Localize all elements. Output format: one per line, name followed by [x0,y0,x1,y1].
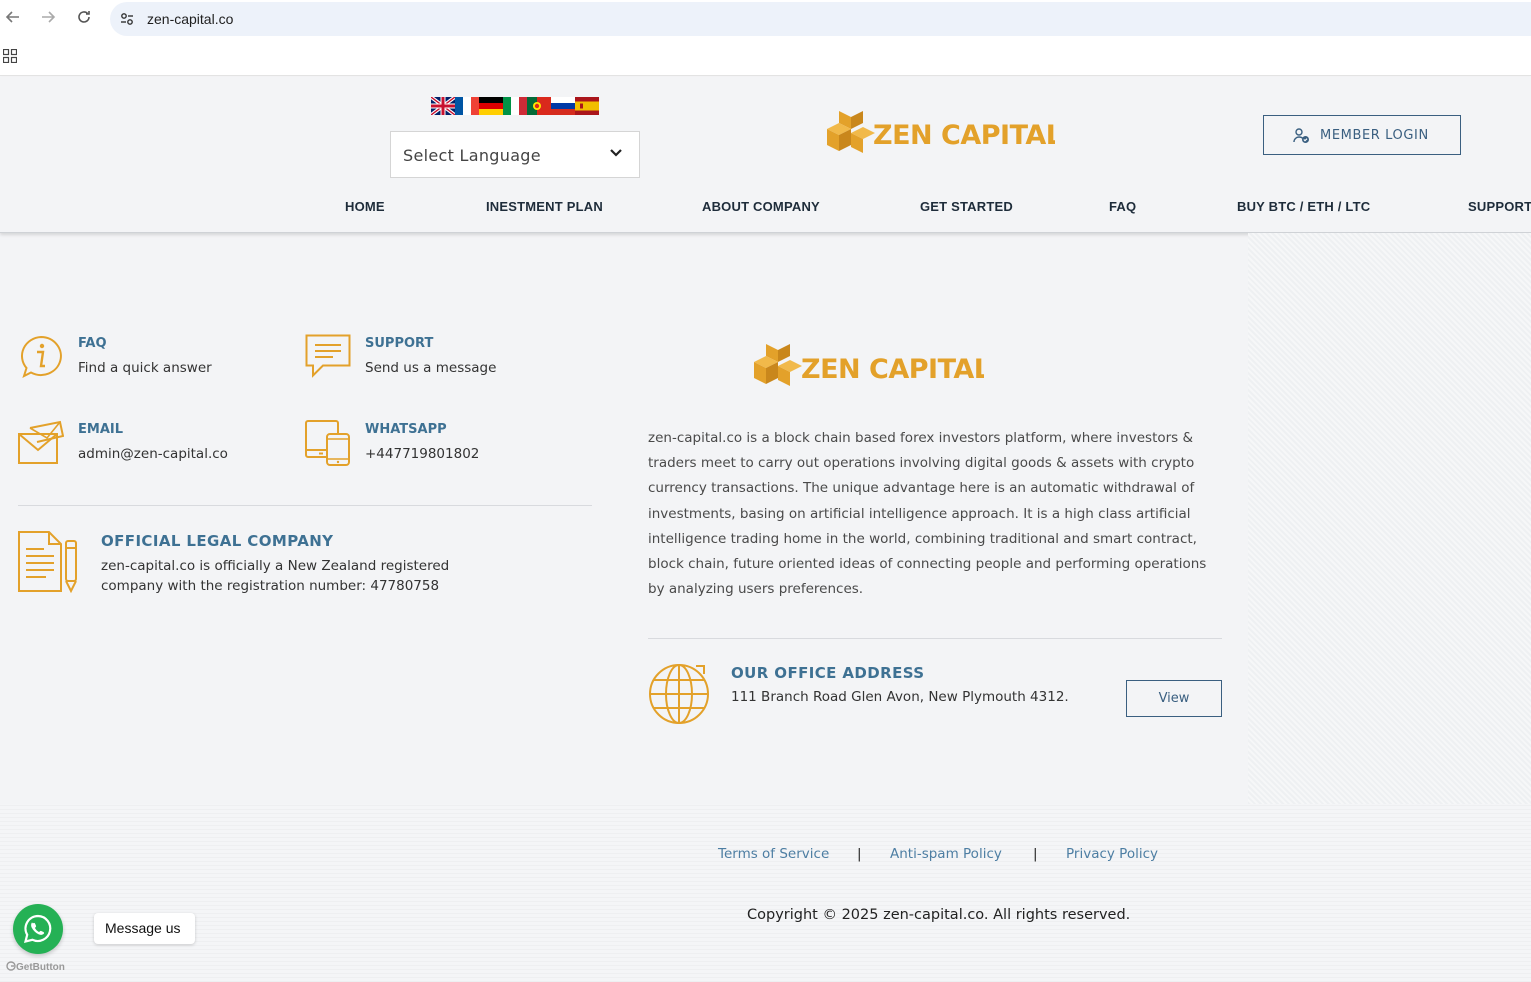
language-select-value: Select Language [403,146,541,165]
logo-text: ZEN CAPITAL [873,120,1055,151]
copyright-text: Copyright © 2025 zen-capital.co. All rig… [747,907,1131,923]
footer-separator: | [857,846,862,862]
site-settings-icon[interactable] [119,11,135,27]
flag-it-icon[interactable] [503,97,527,115]
contact-support[interactable]: SUPPORT Send us a message [305,334,565,384]
whatsapp-chat-button[interactable] [13,904,63,954]
document-pen-icon [18,531,77,593]
bookmarks-bar [0,38,1531,76]
nav-item-support[interactable]: SUPPORT [1468,199,1531,214]
terms-of-service-link[interactable]: Terms of Service [718,846,829,862]
info-bubble-icon [21,335,62,378]
member-login-label: MEMBER LOGIN [1320,128,1429,143]
message-us-bubble[interactable]: Message us [94,913,195,944]
flag-fr-icon[interactable] [455,97,479,115]
zen-capital-logo[interactable]: ZEN CAPITAL [825,107,1055,157]
office-address: 111 Branch Road Glen Avon, New Plymouth … [731,689,1069,705]
divider [18,505,592,506]
decorative-pattern [1248,233,1531,804]
url-text[interactable]: zen-capital.co [147,11,233,27]
user-check-icon [1293,128,1309,143]
site-footer [0,804,1531,982]
footer-separator: | [1033,846,1038,862]
whatsapp-title: WHATSAPP [365,422,447,437]
about-description: zen-capital.co is a block chain based fo… [648,430,1207,598]
browser-toolbar: zen-capital.co [0,0,1531,38]
legal-text: zen-capital.co is officially a New Zeala… [101,558,450,594]
main-navigation: HOME INESTMENT PLAN ABOUT COMPANY GET ST… [0,199,1531,219]
globe-icon [649,664,709,724]
site-header: Select Language ZEN CAPITAL MEMBER LOGIN… [0,77,1531,233]
whatsapp-icon [23,914,52,944]
whatsapp-number[interactable]: +447719801802 [365,446,479,462]
flag-de-icon[interactable] [479,97,503,115]
zen-capital-logo-footer: ZEN CAPITAL [754,344,984,386]
apps-grid-icon[interactable] [3,49,17,63]
privacy-policy-link[interactable]: Privacy Policy [1066,846,1158,862]
legal-title: OFFICIAL LEGAL COMPANY [101,532,334,550]
contact-whatsapp[interactable]: WHATSAPP +447719801802 [305,420,565,470]
nav-item-investment-plan[interactable]: INESTMENT PLAN [486,199,603,214]
logo-text-footer: ZEN CAPITAL [801,354,984,385]
nav-item-buy-crypto[interactable]: BUY BTC / ETH / LTC [1237,199,1370,214]
office-title: OUR OFFICE ADDRESS [731,664,925,682]
getbutton-logo-icon [6,961,16,971]
flag-uk-icon[interactable] [431,97,455,115]
nav-item-get-started[interactable]: GET STARTED [920,199,1013,214]
faq-subtitle: Find a quick answer [78,360,212,376]
view-office-button[interactable]: View [1126,680,1222,717]
nav-item-about-company[interactable]: ABOUT COMPANY [702,199,820,214]
contact-email[interactable]: EMAIL admin@zen-capital.co [18,420,278,470]
envelope-icon [18,420,64,464]
divider [648,638,1222,639]
flag-ru-icon[interactable] [551,97,575,115]
address-bar[interactable]: zen-capital.co [110,2,1531,36]
forward-icon[interactable] [38,9,58,29]
chat-message-icon [305,334,351,378]
member-login-button[interactable]: MEMBER LOGIN [1263,115,1461,155]
footer-links: Terms of Service | Anti-spam Policy | Pr… [0,846,1531,866]
support-title: SUPPORT [365,336,434,351]
chevron-down-icon [610,149,622,157]
contact-faq[interactable]: FAQ Find a quick answer [18,334,278,384]
nav-item-faq[interactable]: FAQ [1109,199,1136,214]
reload-icon[interactable] [74,9,94,29]
back-icon[interactable] [3,9,23,29]
flag-pt-icon[interactable] [527,97,551,115]
support-subtitle: Send us a message [365,360,497,376]
email-address[interactable]: admin@zen-capital.co [78,446,228,462]
getbutton-branding[interactable]: GetButton [6,961,65,973]
flag-es-icon[interactable] [575,97,599,115]
language-select[interactable]: Select Language [390,131,640,178]
nav-item-home[interactable]: HOME [345,199,385,214]
faq-title: FAQ [78,336,107,351]
getbutton-label: GetButton [16,962,65,973]
anti-spam-policy-link[interactable]: Anti-spam Policy [890,846,1002,862]
language-flags [431,97,599,115]
devices-icon [305,420,350,466]
email-title: EMAIL [78,422,123,437]
